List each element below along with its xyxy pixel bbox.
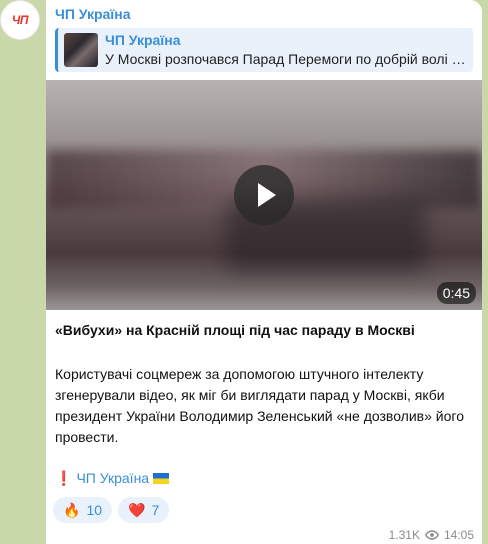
reactions: 🔥 10 ❤️ 7 (53, 497, 170, 523)
reaction-count: 10 (86, 502, 103, 518)
post-headline: «Вибухи» на Красній площі під час параду… (55, 322, 415, 338)
message-time: 14:05 (443, 528, 474, 542)
reply-thumbnail (64, 33, 98, 67)
sender-name[interactable]: ЧП Україна (55, 6, 131, 22)
heart-icon: ❤️ (128, 501, 146, 518)
message-bubble: ЧП Україна ЧП Україна У Москві розпочавс… (46, 0, 482, 544)
reply-text: У Москві розпочався Парад Перемоги по до… (105, 51, 466, 67)
fire-icon: 🔥 (63, 501, 81, 518)
channel-avatar[interactable]: ЧП (0, 0, 40, 40)
reaction-heart[interactable]: ❤️ 7 (118, 497, 170, 523)
channel-avatar-text: ЧП (11, 13, 29, 27)
reply-quote[interactable]: ЧП Україна У Москві розпочався Парад Пер… (55, 28, 473, 72)
signature-link[interactable]: ЧП Україна (76, 470, 149, 486)
ukraine-flag-icon (153, 473, 170, 484)
reaction-fire[interactable]: 🔥 10 (53, 497, 113, 523)
video-player[interactable]: 0:45 (46, 80, 482, 310)
reaction-count: 7 (151, 502, 160, 518)
view-count: 1.31K (388, 528, 420, 542)
video-duration: 0:45 (436, 282, 476, 304)
reply-sender: ЧП Україна (105, 32, 181, 48)
post-body: Користувачі соцмереж за допомогою штучно… (55, 366, 464, 445)
play-button[interactable] (234, 165, 294, 225)
post-signature: ❗ ЧП Україна (55, 470, 170, 487)
eye-icon (424, 530, 439, 540)
exclamation-icon: ❗ (55, 470, 73, 486)
message-meta: 1.31K 14:05 (389, 528, 474, 542)
